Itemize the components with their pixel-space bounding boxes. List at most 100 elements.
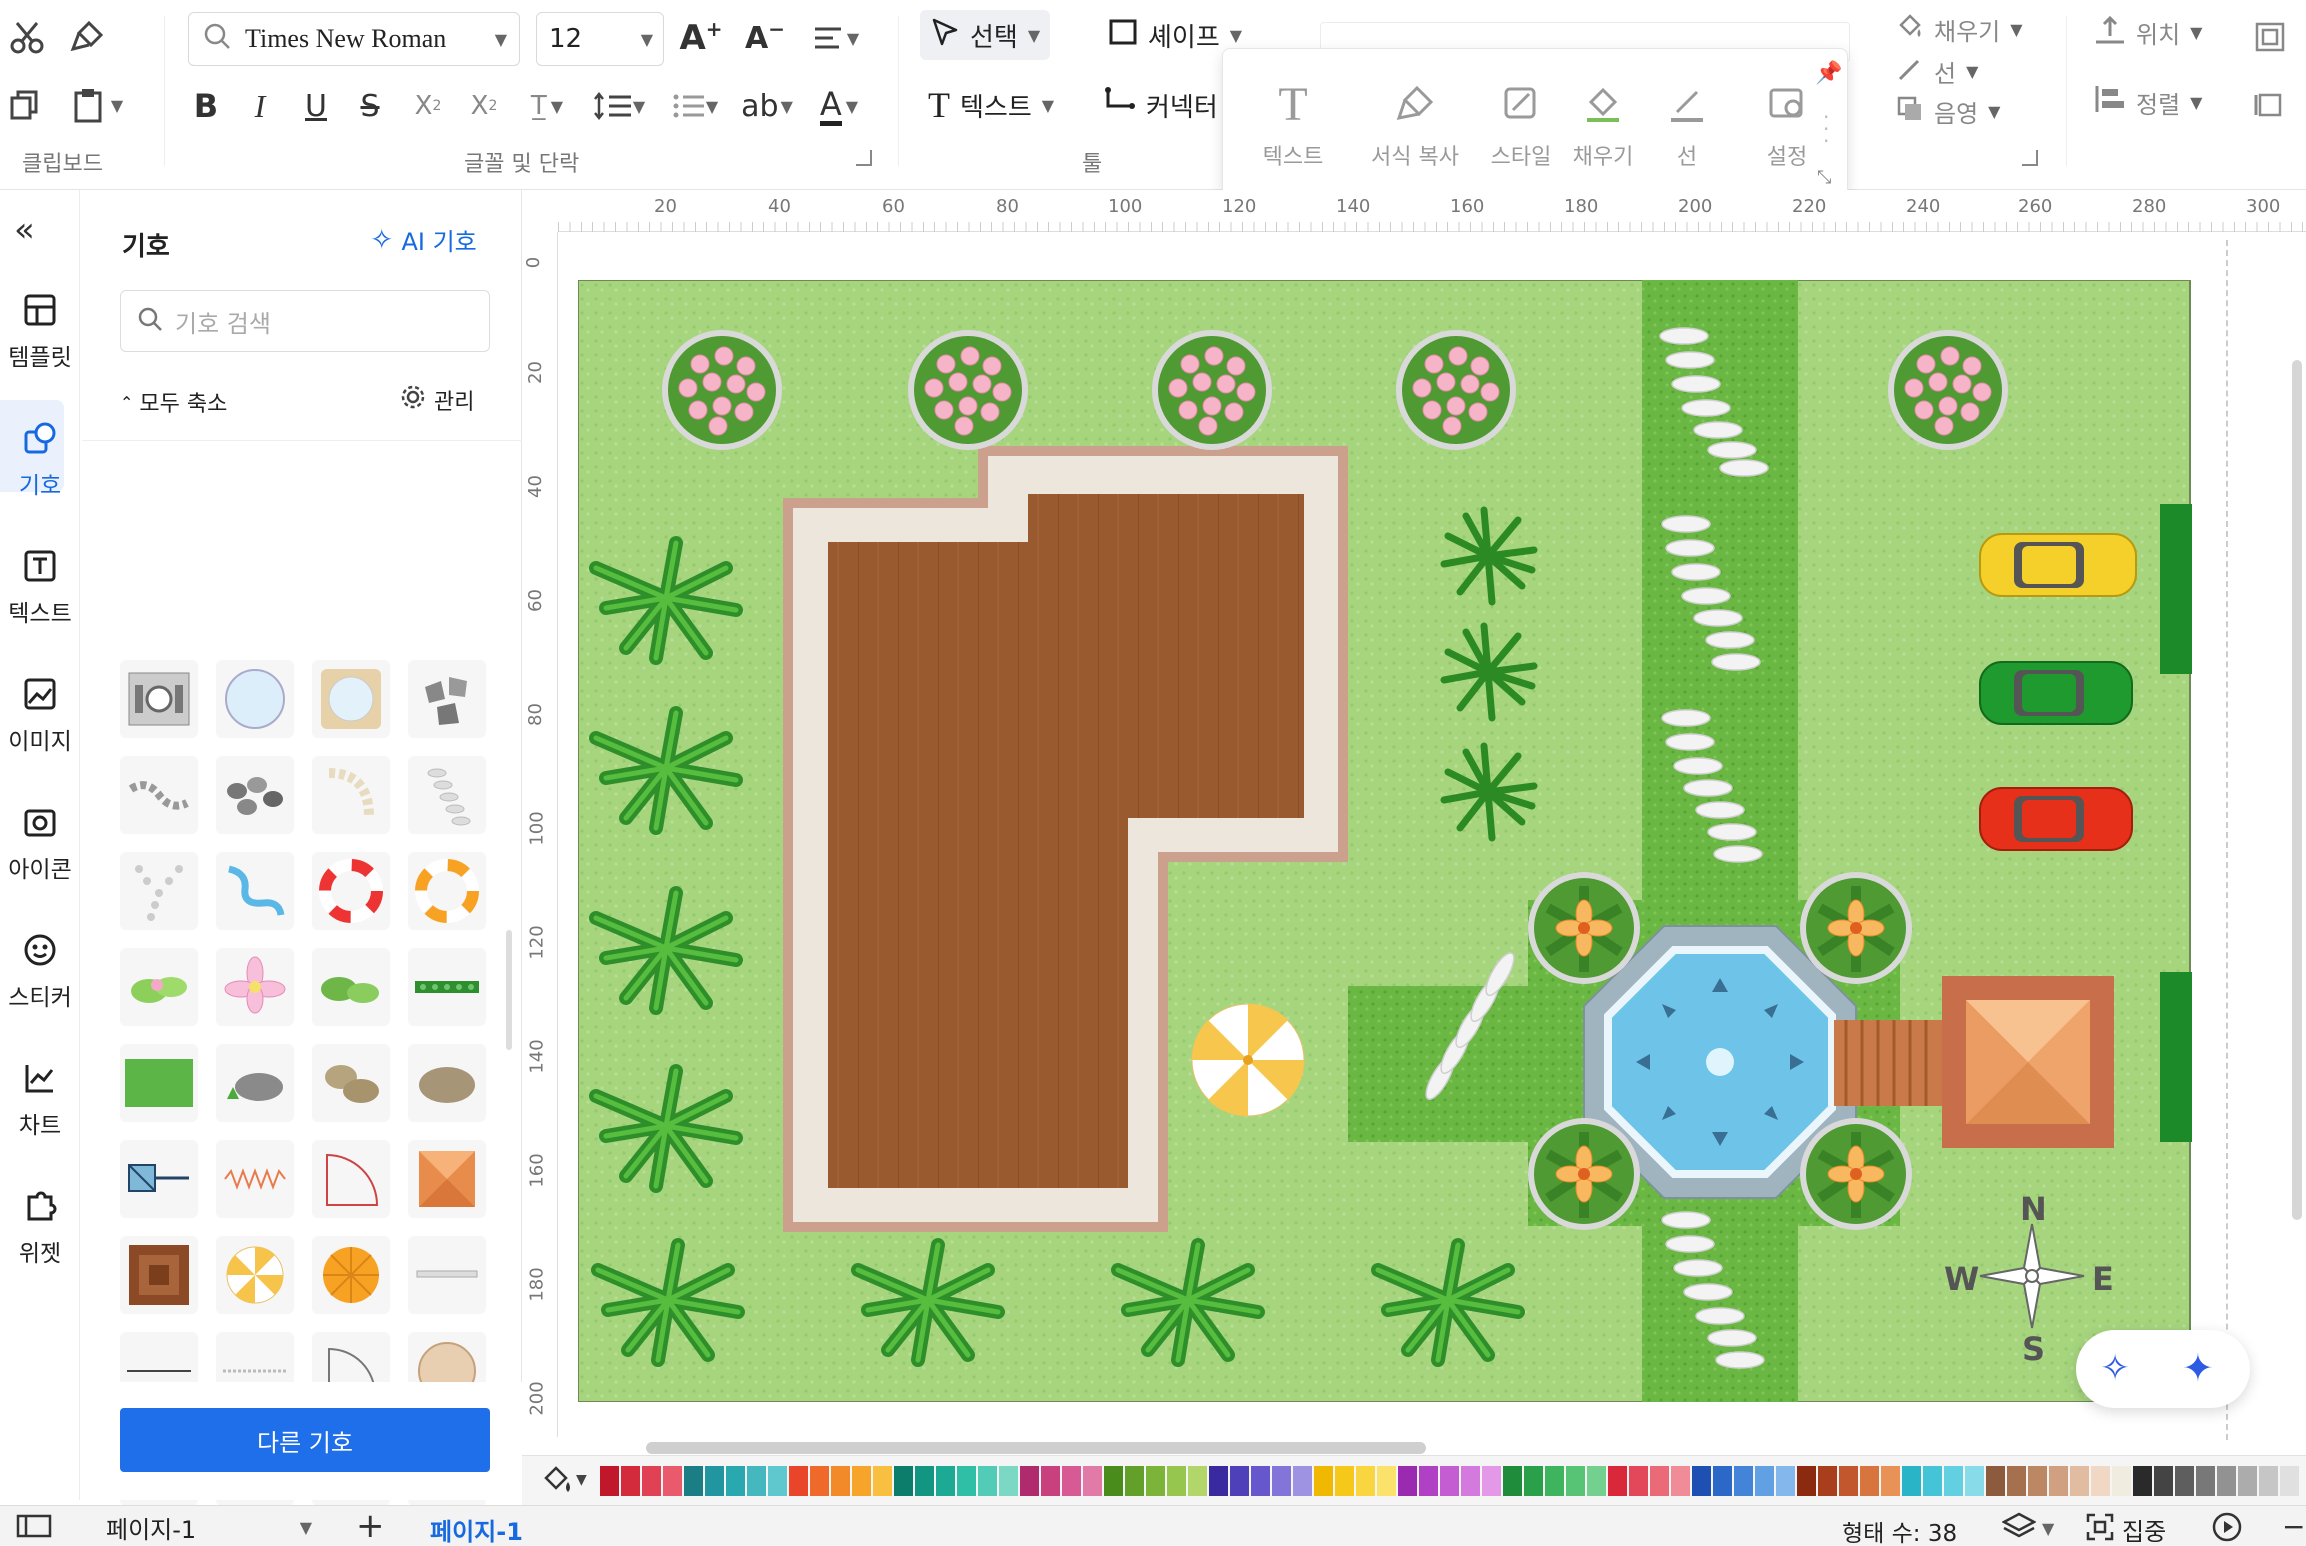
color-swatch[interactable] [852, 1466, 871, 1496]
symbol-search-input[interactable]: 기호 검색 [120, 290, 490, 352]
color-swatch[interactable] [1986, 1466, 2005, 1496]
rail-item-icon[interactable]: 아이콘 [0, 794, 80, 884]
rail-item-chart[interactable]: 차트 [0, 1050, 80, 1140]
expand-dialog-icon[interactable] [2022, 150, 2038, 166]
color-swatch[interactable] [2175, 1466, 2194, 1496]
rail-item-widget[interactable]: 위젯 [0, 1178, 80, 1268]
color-swatch[interactable] [1419, 1466, 1438, 1496]
chevron-down-icon[interactable]: ▼ [576, 1472, 587, 1488]
strikethrough-icon[interactable]: S [350, 82, 390, 130]
vertical-scrollbar[interactable] [2292, 360, 2302, 1220]
symbol-pyramid-roof[interactable] [408, 1140, 486, 1218]
color-swatch[interactable] [1776, 1466, 1795, 1496]
rail-item-symbol[interactable]: 기호 [0, 410, 80, 500]
subscript-icon[interactable]: X2 [464, 82, 504, 130]
symbol-zigzag-line[interactable] [216, 1140, 294, 1218]
symbol-stream[interactable] [216, 852, 294, 930]
symbol-y-path[interactable] [120, 852, 198, 930]
connector-tool-button[interactable]: 커넥터 [1104, 80, 1218, 130]
color-swatch[interactable] [1440, 1466, 1459, 1496]
font-color-icon[interactable]: A ▼ [808, 80, 870, 132]
float-line-button[interactable]: 선 [1637, 69, 1737, 171]
add-page-icon[interactable]: + [356, 1506, 385, 1546]
color-swatch[interactable] [999, 1466, 1018, 1496]
color-swatch[interactable] [1734, 1466, 1753, 1496]
paste-icon[interactable]: ▼ [70, 80, 126, 130]
color-swatch[interactable] [642, 1466, 661, 1496]
horizontal-scrollbar[interactable] [646, 1442, 1426, 1454]
symbol-stone-cluster[interactable] [408, 660, 486, 738]
symbol-curved-stones[interactable] [312, 756, 390, 834]
symbol-framed-mirror[interactable] [312, 660, 390, 738]
color-swatch[interactable] [2133, 1466, 2152, 1496]
color-swatch[interactable] [1902, 1466, 1921, 1496]
expand-dialog-icon[interactable] [856, 150, 872, 166]
color-swatch[interactable] [684, 1466, 703, 1496]
format-brush-icon[interactable] [64, 14, 110, 60]
symbol-lily-pad[interactable] [120, 948, 198, 1026]
collapse-all-button[interactable]: ⌃ 모두 축소 [120, 386, 227, 418]
underline-icon[interactable]: U [296, 82, 336, 130]
color-swatch[interactable] [705, 1466, 724, 1496]
rail-item-text[interactable]: 텍스트 [0, 538, 80, 628]
color-swatch[interactable] [936, 1466, 955, 1496]
color-swatch[interactable] [1944, 1466, 1963, 1496]
symbol-boulder[interactable] [408, 1044, 486, 1122]
color-swatch[interactable] [1377, 1466, 1396, 1496]
rail-item-sticker[interactable]: 스티커 [0, 922, 80, 1012]
color-swatch[interactable] [2259, 1466, 2278, 1496]
color-swatch[interactable] [1692, 1466, 1711, 1496]
color-swatch[interactable] [894, 1466, 913, 1496]
position-button[interactable]: 위치 ▼ [2094, 14, 2202, 50]
color-swatch[interactable] [1923, 1466, 1942, 1496]
color-swatch[interactable] [1314, 1466, 1333, 1496]
color-swatch[interactable] [957, 1466, 976, 1496]
increase-font-icon[interactable]: A + [678, 14, 724, 62]
color-swatch[interactable] [1356, 1466, 1375, 1496]
color-swatch[interactable] [1545, 1466, 1564, 1496]
text-tool-button[interactable]: T 텍스트 ▼ [928, 80, 1054, 130]
color-swatch[interactable] [1881, 1466, 1900, 1496]
layers-button[interactable]: ▼ [2001, 1512, 2054, 1544]
page-panel-toggle-icon[interactable] [16, 1512, 52, 1544]
font-size-select[interactable]: 12 ▼ [536, 12, 664, 66]
symbol-stone-path[interactable] [120, 756, 198, 834]
line-spacing-icon[interactable]: ▼ [588, 82, 650, 130]
distribute-icon[interactable] [2250, 82, 2290, 128]
font-family-select[interactable]: Times New Roman ▼ [188, 12, 520, 66]
garden-plan-drawing[interactable] [578, 280, 2198, 1402]
rail-item-template[interactable]: 템플릿 [0, 282, 80, 372]
superscript-icon[interactable]: X2 [408, 82, 448, 130]
color-swatch[interactable] [1335, 1466, 1354, 1496]
symbol-pump[interactable] [120, 1140, 198, 1218]
color-swatch[interactable] [1839, 1466, 1858, 1496]
symbol-lotus[interactable] [216, 948, 294, 1026]
color-swatch[interactable] [1062, 1466, 1081, 1496]
page-select-dropdown[interactable]: 페이지-1 ▼ [106, 1512, 316, 1544]
color-swatch[interactable] [2238, 1466, 2257, 1496]
symbol-round-mirror[interactable] [216, 660, 294, 738]
symbol-wood-deck[interactable] [120, 1236, 198, 1314]
collapse-panel-icon[interactable]: « [14, 210, 35, 250]
symbol-safe[interactable] [120, 660, 198, 738]
pin-icon[interactable]: 📌 [1815, 61, 1842, 86]
line-button[interactable]: 선 ▼ [1896, 54, 1978, 89]
color-swatch[interactable] [2070, 1466, 2089, 1496]
zoom-out-icon[interactable]: − [2282, 1510, 2305, 1543]
ai-symbol-button[interactable]: ✧ AI 기호 [370, 222, 477, 257]
color-swatch[interactable] [1398, 1466, 1417, 1496]
color-swatch[interactable] [1209, 1466, 1228, 1496]
rail-item-image[interactable]: 이미지 [0, 666, 80, 756]
symbol-boulders[interactable] [312, 1044, 390, 1122]
color-swatch[interactable] [768, 1466, 787, 1496]
color-swatch[interactable] [1671, 1466, 1690, 1496]
color-swatch[interactable] [2196, 1466, 2215, 1496]
symbol-step-stones[interactable] [408, 756, 486, 834]
bullet-list-icon[interactable]: ▼ [666, 82, 724, 130]
color-swatch[interactable] [1965, 1466, 1984, 1496]
color-swatch[interactable] [2280, 1466, 2299, 1496]
color-swatch[interactable] [978, 1466, 997, 1496]
symbol-bench[interactable] [408, 1236, 486, 1314]
collapse-icon[interactable]: ⤡ [1817, 167, 1831, 188]
color-swatch[interactable] [1629, 1466, 1648, 1496]
